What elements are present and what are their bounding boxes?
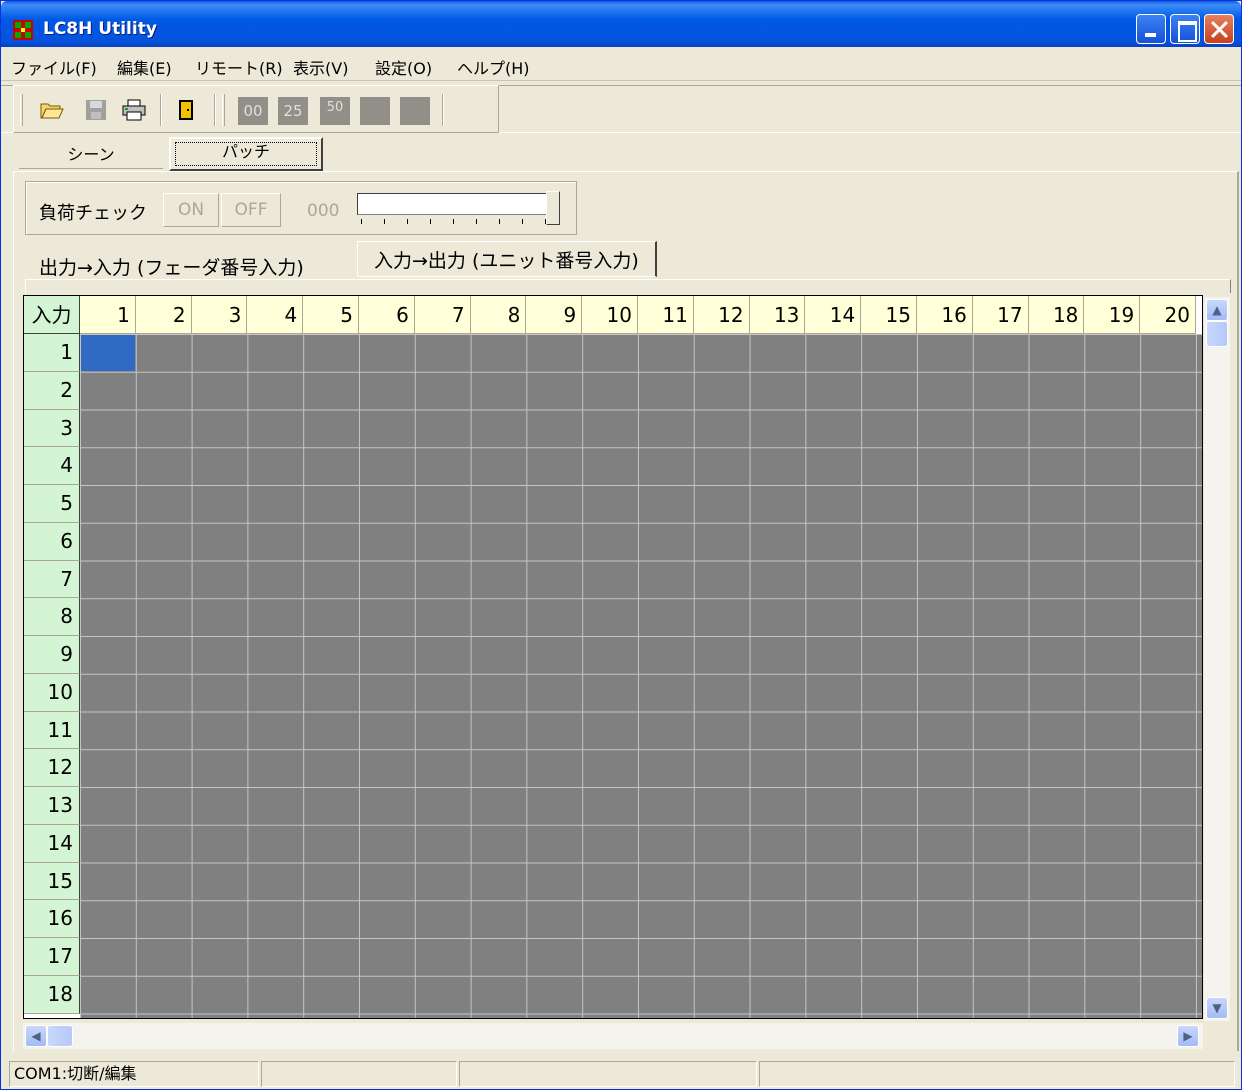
column-header[interactable]: 20 xyxy=(1140,296,1196,334)
row-header[interactable]: 4 xyxy=(24,447,80,485)
row-header[interactable]: 2 xyxy=(24,371,80,410)
column-header[interactable]: 12 xyxy=(693,296,750,334)
level-25-button[interactable]: 25 xyxy=(278,97,308,125)
column-header[interactable]: 5 xyxy=(303,296,359,334)
column-header[interactable]: 9 xyxy=(526,296,583,334)
column-header[interactable]: 3 xyxy=(191,296,248,334)
vertical-scroll-thumb[interactable] xyxy=(1206,321,1228,347)
row-header[interactable]: 11 xyxy=(24,711,80,750)
menu-file[interactable]: ファイル(F) xyxy=(11,55,97,79)
row-header[interactable]: 10 xyxy=(24,673,80,712)
menu-view[interactable]: 表示(V) xyxy=(293,55,348,79)
tab-input-to-output[interactable]: 入力→出力 (ユニット番号入力) xyxy=(357,241,657,277)
column-header[interactable]: 1 xyxy=(80,296,136,334)
column-header[interactable]: 17 xyxy=(972,296,1029,334)
save-icon[interactable] xyxy=(84,99,108,121)
column-header[interactable]: 18 xyxy=(1028,296,1085,334)
vertical-scrollbar[interactable]: ▲ ▼ xyxy=(1204,297,1230,1021)
column-header[interactable]: 10 xyxy=(582,296,638,334)
grid-cells[interactable] xyxy=(80,334,1202,1018)
toolbar-separator xyxy=(160,94,162,126)
level-button-5[interactable] xyxy=(400,97,430,125)
open-folder-icon[interactable] xyxy=(40,99,64,121)
grid-corner-header: 入力 xyxy=(24,296,80,334)
toolbar-grip[interactable] xyxy=(222,94,225,126)
slider-ticks xyxy=(361,219,551,227)
menu-settings[interactable]: 設定(O) xyxy=(375,55,432,79)
status-bar: COM1:切断/編集 xyxy=(1,1059,1241,1089)
column-header[interactable]: 16 xyxy=(917,296,973,334)
menu-remote[interactable]: リモート(R) xyxy=(195,55,283,79)
app-window: LC8H Utility ファイル(F) 編集(E) リモート(R) 表示(V)… xyxy=(0,0,1242,1090)
column-header[interactable]: 2 xyxy=(135,296,192,334)
toolbar: 00 25 50 xyxy=(13,85,499,133)
load-off-button[interactable]: OFF xyxy=(221,193,281,227)
row-header[interactable]: 12 xyxy=(24,749,80,787)
status-panel-3 xyxy=(459,1061,757,1087)
toolbar-grip[interactable] xyxy=(20,94,23,126)
level-button-4[interactable] xyxy=(360,97,390,125)
horizontal-scrollbar[interactable]: ◀ ▶ xyxy=(23,1023,1203,1049)
toolbar-separator xyxy=(442,94,444,126)
load-on-button[interactable]: ON xyxy=(163,193,219,227)
scroll-up-icon[interactable]: ▲ xyxy=(1206,299,1228,321)
column-header[interactable]: 6 xyxy=(359,296,415,334)
column-header[interactable]: 8 xyxy=(470,296,527,334)
horizontal-scroll-thumb[interactable] xyxy=(47,1025,73,1047)
toolbar-separator xyxy=(214,94,216,126)
column-header[interactable]: 13 xyxy=(749,296,806,334)
row-header[interactable]: 9 xyxy=(24,636,80,674)
print-icon[interactable] xyxy=(122,99,146,121)
row-header[interactable]: 16 xyxy=(24,900,80,938)
patch-grid: 入力 1 2 3 4 5 6 7 8 9 10 11 12 13 14 15 16 17 18 19 20 1 2 3 4 5 6… xyxy=(23,295,1203,1019)
column-header[interactable]: 7 xyxy=(414,296,471,334)
menu-edit[interactable]: 編集(E) xyxy=(117,55,172,79)
row-header[interactable]: 5 xyxy=(24,485,80,523)
column-header[interactable]: 4 xyxy=(247,296,304,334)
menu-bar: ファイル(F) 編集(E) リモート(R) 表示(V) 設定(O) ヘルプ(H) xyxy=(1,49,1241,81)
row-header[interactable]: 8 xyxy=(24,598,80,636)
row-header[interactable]: 17 xyxy=(24,938,80,976)
status-panel-2 xyxy=(261,1061,457,1087)
tab-patch-label: パッチ xyxy=(175,142,317,166)
tab-patch[interactable]: パッチ xyxy=(169,137,323,171)
row-header[interactable]: 1 xyxy=(24,334,80,372)
minimize-button[interactable] xyxy=(1136,14,1166,44)
row-header[interactable]: 14 xyxy=(24,824,80,863)
row-header[interactable]: 18 xyxy=(24,975,80,1014)
status-panel-4 xyxy=(759,1061,1235,1087)
row-header[interactable]: 7 xyxy=(24,560,80,599)
row-header[interactable]: 15 xyxy=(24,862,80,901)
selected-cell[interactable] xyxy=(81,335,135,371)
level-50-button[interactable]: 50 xyxy=(320,97,350,125)
column-header[interactable]: 15 xyxy=(861,296,917,334)
app-icon xyxy=(13,20,33,40)
row-header[interactable]: 6 xyxy=(24,522,80,561)
scroll-left-icon[interactable]: ◀ xyxy=(25,1025,47,1047)
sub-tab-panel xyxy=(25,279,1231,293)
column-header[interactable]: 19 xyxy=(1084,296,1141,334)
level-00-button[interactable]: 00 xyxy=(238,97,268,125)
exit-door-icon[interactable] xyxy=(174,99,198,121)
column-header[interactable]: 11 xyxy=(638,296,694,334)
column-header[interactable]: 14 xyxy=(805,296,862,334)
menu-help[interactable]: ヘルプ(H) xyxy=(457,55,530,79)
status-connection: COM1:切断/編集 xyxy=(9,1061,259,1087)
scroll-down-icon[interactable]: ▼ xyxy=(1206,997,1228,1019)
load-slider-track[interactable] xyxy=(357,193,549,215)
load-check-label: 負荷チェック xyxy=(39,203,147,224)
maximize-button[interactable] xyxy=(1170,14,1200,44)
row-header[interactable]: 3 xyxy=(24,409,80,448)
load-value: 000 xyxy=(307,201,340,221)
scroll-right-icon[interactable]: ▶ xyxy=(1177,1025,1199,1047)
tab-scene[interactable]: シーン xyxy=(19,141,163,169)
close-button[interactable] xyxy=(1204,14,1234,44)
title-bar[interactable]: LC8H Utility xyxy=(1,1,1241,47)
row-header[interactable]: 13 xyxy=(24,787,80,825)
window-title: LC8H Utility xyxy=(43,19,157,39)
